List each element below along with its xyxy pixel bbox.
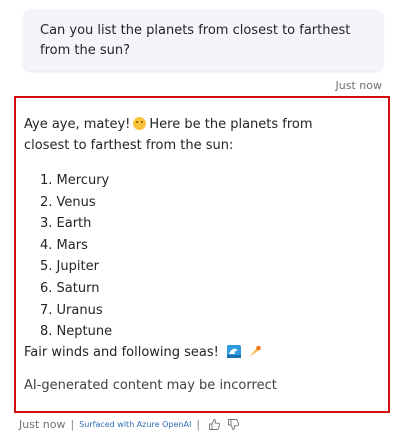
list-item: 7. Uranus — [40, 302, 103, 318]
thumbs-up-icon[interactable] — [208, 418, 221, 431]
thumbs-down-icon[interactable] — [227, 418, 240, 431]
list-item: 2. Venus — [40, 194, 96, 210]
bot-intro-continuation: Here be the planets from — [149, 117, 313, 132]
user-message-line-1: Can you list the planets from closest to… — [40, 23, 351, 38]
footer-separator: | — [196, 417, 201, 431]
list-item: 3. Earth — [40, 216, 92, 232]
wave-emoji-icon — [227, 345, 242, 358]
comet-emoji-icon — [249, 345, 261, 357]
footer-separator: | — [70, 417, 75, 431]
surfaced-with-link[interactable]: Surfaced with Azure OpenAI — [79, 420, 191, 429]
message-footer: Just now | Surfaced with Azure OpenAI | — [19, 416, 240, 432]
user-message-timestamp: Just now — [335, 79, 382, 92]
bot-farewell: Fair winds and following seas! — [24, 343, 261, 363]
list-item: 8. Neptune — [40, 324, 113, 340]
bot-intro-greeting: Aye aye, matey! — [24, 117, 131, 132]
list-item: 6. Saturn — [40, 280, 100, 296]
user-message-bubble: Can you list the planets from closest to… — [23, 9, 383, 71]
bot-message-timestamp: Just now — [19, 417, 66, 431]
bot-intro-line-2: closest to farthest from the sun: — [24, 138, 234, 153]
list-item: 4. Mars — [40, 237, 88, 253]
chat-transcript: Can you list the planets from closest to… — [0, 0, 401, 440]
user-message-line-2: from the sun? — [40, 43, 131, 58]
list-item: 5. Jupiter — [40, 259, 99, 275]
ai-disclaimer: AI-generated content may be incorrect — [24, 378, 277, 393]
list-item: 1. Mercury — [40, 173, 110, 188]
planet-list: 1. Mercury 2. Venus 3. Earth 4. Mars 5. … — [40, 170, 112, 343]
bot-farewell-text: Fair winds and following seas! — [24, 345, 219, 360]
smile-emoji-icon — [133, 117, 147, 130]
bot-message-intro: Aye aye, matey! Here be the planets from … — [24, 114, 369, 156]
